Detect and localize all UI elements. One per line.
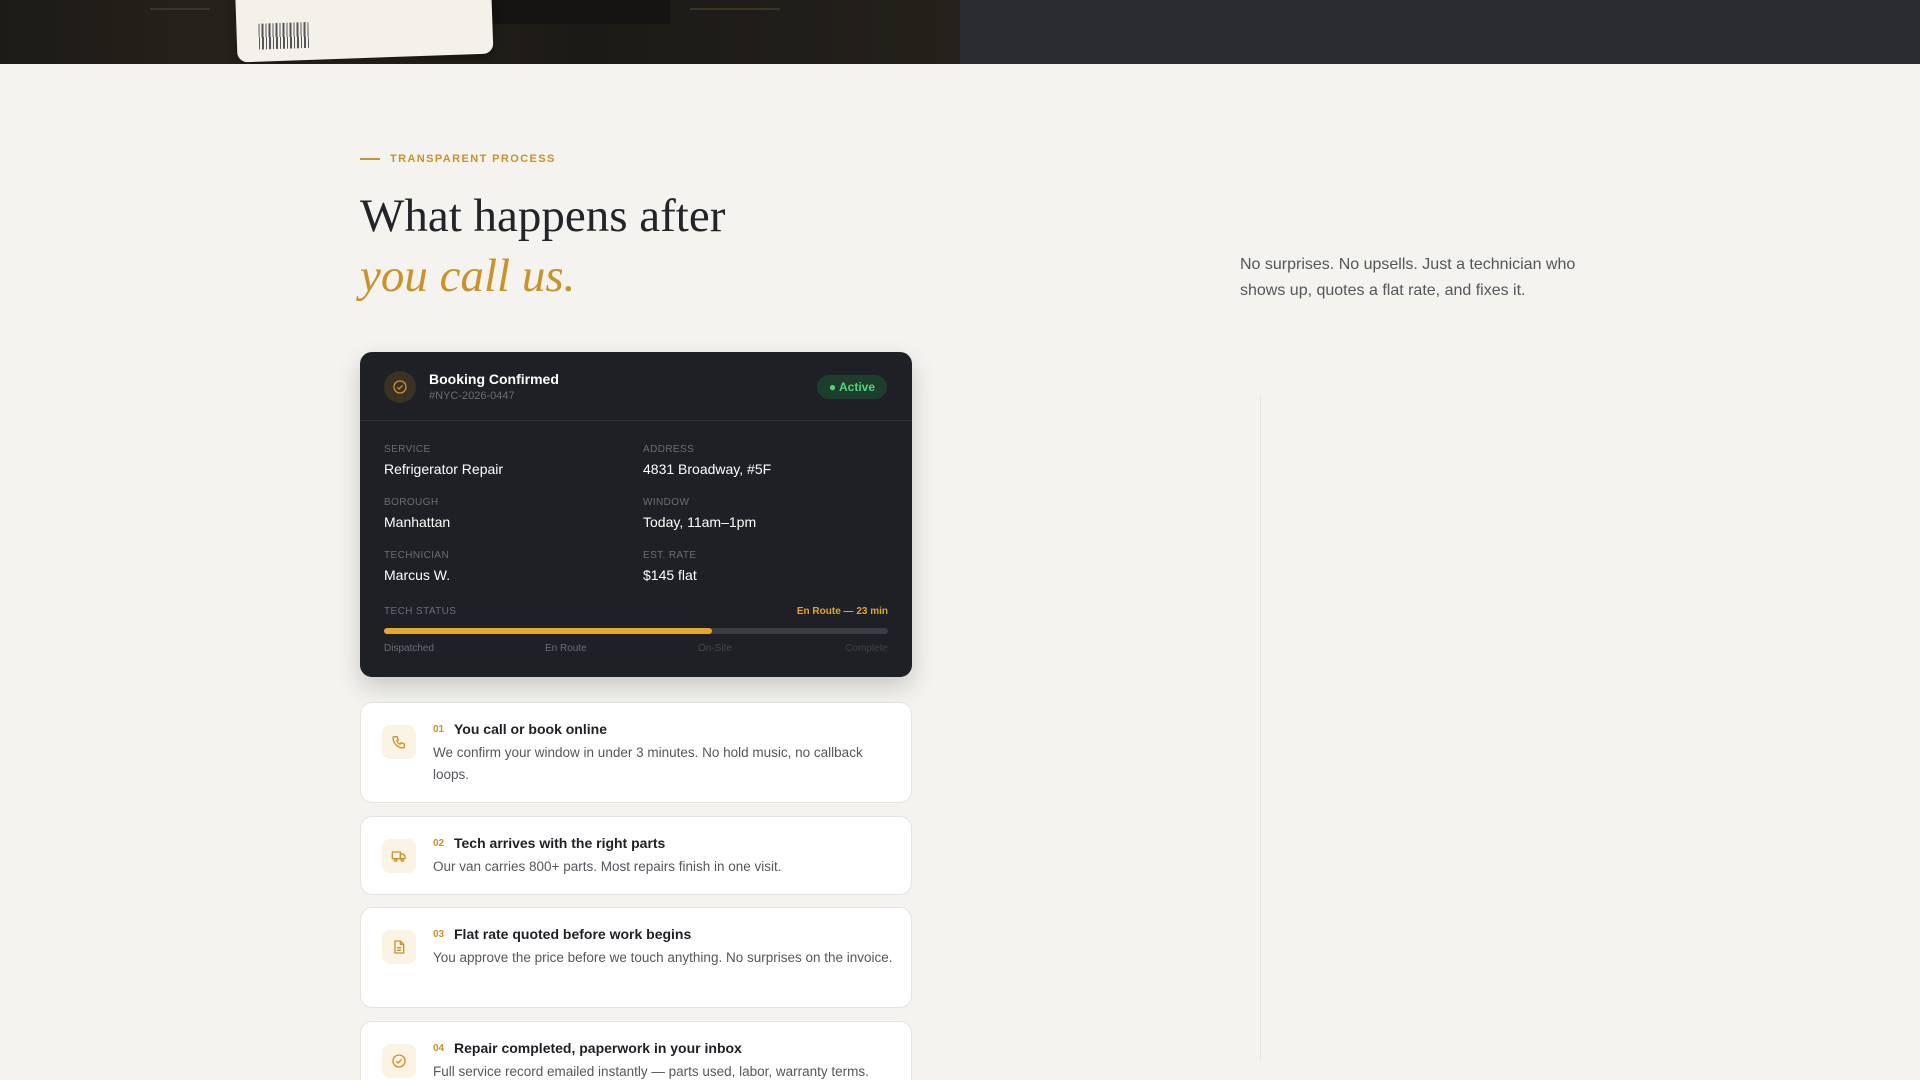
step-title: You call or book online [454, 721, 607, 737]
detail-service: SERVICE Refrigerator Repair [384, 444, 624, 477]
stage-label: En Route [545, 643, 587, 654]
process-step: 03 Flat rate quoted before work begins Y… [360, 907, 912, 1008]
step-number: 01 [433, 724, 445, 735]
detail-label: EST. RATE [643, 550, 697, 561]
booking-id: #NYC-2026-0447 [429, 390, 515, 402]
detail-label: SERVICE [384, 444, 431, 455]
step-description: Our van carries 800+ parts. Most repairs… [433, 859, 782, 874]
detail-window: WINDOW Today, 11am–1pm [643, 497, 883, 530]
detail-label: BOROUGH [384, 497, 439, 508]
tech-status-eta: En Route — 23 min [796, 606, 888, 617]
process-step: 04 Repair completed, paperwork in your i… [360, 1021, 912, 1080]
detail-technician: TECHNICIAN Marcus W. [384, 550, 624, 583]
divider-line [1260, 395, 1261, 1060]
tech-status-label: TECH STATUS [384, 606, 457, 617]
step-number: 02 [433, 838, 445, 849]
booking-card-header: Booking Confirmed #NYC-2026-0447 ● Activ… [360, 352, 912, 421]
truck-icon [382, 839, 416, 873]
check-circle-icon [382, 1044, 416, 1078]
booking-title: Booking Confirmed [429, 371, 559, 387]
stage-label: Dispatched [384, 643, 435, 654]
detail-borough: BOROUGH Manhattan [384, 497, 624, 530]
step-number: 04 [433, 1043, 445, 1054]
tech-status-row: TECH STATUS En Route — 23 min [384, 606, 888, 620]
step-number: 03 [433, 929, 445, 940]
step-description: Full service record emailed instantly — … [433, 1064, 869, 1079]
process-step: 01 You call or book online We confirm yo… [360, 702, 912, 803]
headline-line-2: you call us. [360, 250, 576, 302]
eyebrow-dash [360, 158, 380, 160]
shelf-decoration [150, 8, 210, 10]
detail-label: ADDRESS [643, 444, 695, 455]
detail-value: 4831 Broadway, #5F [643, 461, 772, 477]
phone-icon [382, 725, 416, 759]
detail-label: WINDOW [643, 497, 690, 508]
detail-value: Manhattan [384, 514, 451, 530]
step-description: We confirm your window in under 3 minute… [433, 745, 863, 782]
progress-fill [384, 628, 712, 634]
stage-label: Complete [845, 643, 888, 654]
eyebrow-label: TRANSPARENT PROCESS [390, 153, 556, 165]
service-ticket-image [234, 0, 494, 63]
detail-label: TECHNICIAN [384, 550, 450, 561]
progress-track [384, 628, 888, 634]
hero-shadow [480, 0, 670, 24]
shelf-decoration [690, 8, 780, 10]
barcode-icon [258, 21, 310, 50]
stage-label: On-Site [698, 643, 732, 654]
step-title: Tech arrives with the right parts [454, 835, 666, 851]
step-title: Repair completed, paperwork in your inbo… [454, 1040, 742, 1056]
section-intro: No surprises. No upsells. Just a technic… [1240, 256, 1576, 299]
detail-value: Marcus W. [384, 567, 451, 583]
detail-value: $145 flat [643, 567, 697, 583]
process-step: 02 Tech arrives with the right parts Our… [360, 816, 912, 895]
detail-rate: EST. RATE $145 flat [643, 550, 883, 583]
step-description: You approve the price before we touch an… [433, 950, 893, 965]
hero-image-strip [0, 0, 960, 64]
check-circle-icon [384, 371, 416, 403]
detail-value: Today, 11am–1pm [643, 514, 757, 530]
booking-card: Booking Confirmed #NYC-2026-0447 ● Activ… [360, 352, 912, 677]
detail-address: ADDRESS 4831 Broadway, #5F [643, 444, 883, 477]
section-eyebrow: TRANSPARENT PROCESS [360, 153, 556, 165]
section-headline: What happens after you call us. [360, 186, 725, 306]
step-title: Flat rate quoted before work begins [454, 926, 692, 942]
status-badge: ● Active [816, 375, 887, 399]
progress-stages: Dispatched En Route On-Site Complete [384, 643, 888, 657]
headline-line-1: What happens after [360, 190, 726, 242]
document-icon [382, 930, 416, 964]
detail-value: Refrigerator Repair [384, 461, 504, 477]
hero-dark-panel [960, 0, 1920, 64]
